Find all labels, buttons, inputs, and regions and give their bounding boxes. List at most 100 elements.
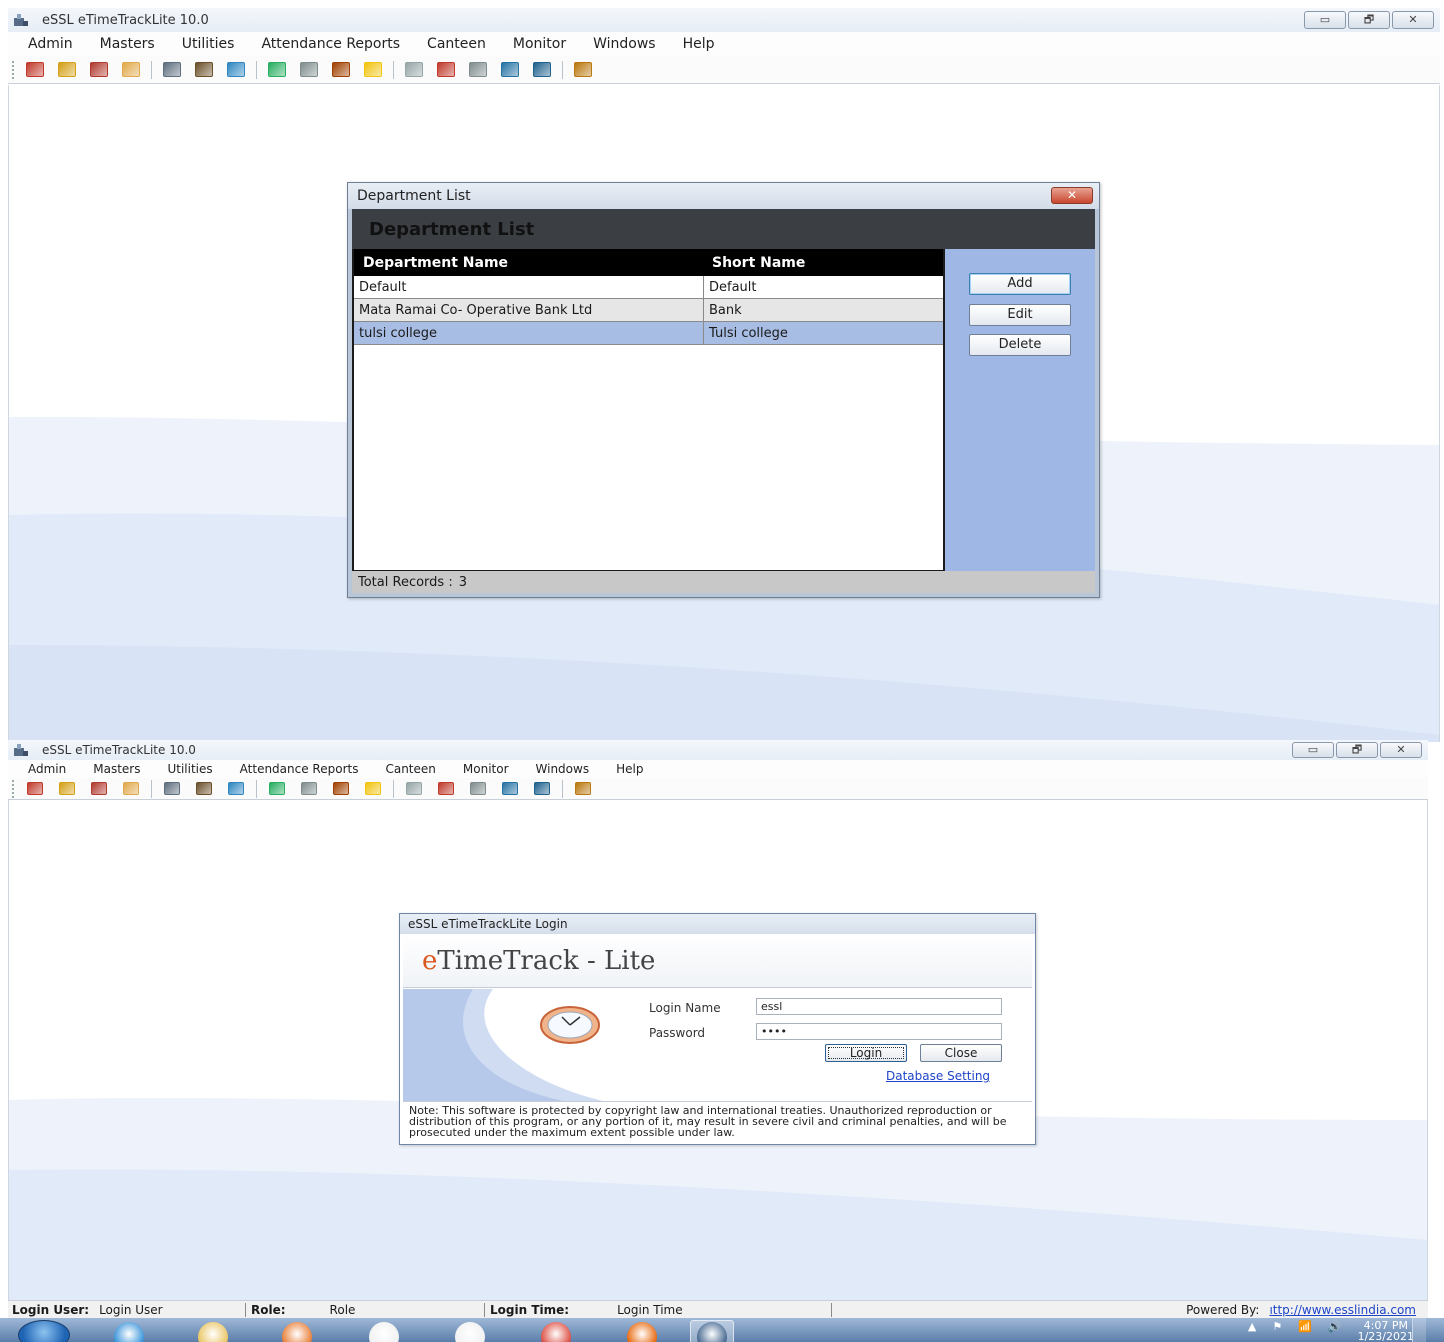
menu-masters[interactable]: Masters [100, 36, 155, 52]
tools-button[interactable] [434, 781, 458, 797]
table-row[interactable]: Mata Ramai Co- Operative Bank Ltd Bank [354, 299, 943, 322]
cell-short-name: Default [709, 279, 757, 295]
etimetrack-taskbar-button[interactable] [690, 1320, 734, 1342]
menu-utilities[interactable]: Utilities [167, 762, 212, 776]
dialog-header: Department List [352, 209, 1095, 249]
exit-button[interactable] [87, 60, 111, 80]
chrome-taskbar-button[interactable] [534, 1320, 578, 1342]
dialog-close-button[interactable]: ✕ [1051, 187, 1093, 204]
menu-canteen[interactable]: Canteen [385, 762, 435, 776]
pen-button[interactable] [402, 781, 426, 797]
menu-canteen[interactable]: Canteen [427, 36, 486, 52]
menu-masters[interactable]: Masters [93, 762, 140, 776]
device-button[interactable] [265, 781, 289, 797]
calendar-button[interactable] [297, 60, 321, 80]
media-taskbar-button[interactable] [275, 1320, 319, 1342]
checklist-button[interactable] [329, 781, 353, 797]
menu-help[interactable]: Help [616, 762, 643, 776]
key-button[interactable] [55, 781, 79, 797]
exit-button[interactable] [87, 781, 111, 797]
login-name-input[interactable] [756, 998, 1002, 1015]
action-center-icon[interactable]: ⚑ [1272, 1320, 1282, 1333]
column-short-name[interactable]: Short Name [704, 255, 805, 271]
explorer-taskbar-button[interactable] [191, 1320, 235, 1342]
taskbar-clock[interactable]: 4:07 PM 1/23/2021 [1358, 1320, 1414, 1342]
cell-department-name: Default [354, 276, 704, 298]
printer-button[interactable] [119, 781, 143, 797]
report-button[interactable] [361, 60, 385, 80]
users-button[interactable] [23, 60, 47, 80]
table-row-selected[interactable]: tulsi college Tulsi college [354, 322, 943, 345]
status-divider [831, 1302, 832, 1317]
volume-icon[interactable]: 🔊 [1328, 1320, 1342, 1333]
login-banner: e TimeTrack - Lite [403, 934, 1032, 988]
group-alt-button[interactable] [530, 60, 554, 80]
grid-button[interactable] [160, 781, 184, 797]
printer-button[interactable] [119, 60, 143, 80]
login-time-value: Login Time [617, 1302, 683, 1317]
menu-windows[interactable]: Windows [593, 36, 656, 52]
grid-button[interactable] [160, 60, 184, 80]
device-button[interactable] [265, 60, 289, 80]
book-button[interactable] [224, 781, 248, 797]
tools-button[interactable] [434, 60, 458, 80]
group-button[interactable] [498, 60, 522, 80]
menu-admin[interactable]: Admin [28, 762, 66, 776]
close-button[interactable]: ✕ [1380, 742, 1422, 758]
website-link[interactable]: ıttp://www.esslindia.com [1269, 1303, 1416, 1317]
table-row[interactable]: Default Default [354, 276, 943, 299]
close-button[interactable]: ✕ [1392, 11, 1434, 29]
toolbar-grip[interactable] [12, 60, 15, 79]
network-icon[interactable]: 📶 [1298, 1320, 1312, 1333]
close-login-button[interactable]: Close [920, 1044, 1002, 1062]
report-button[interactable] [361, 781, 385, 797]
minimize-button[interactable]: ▭ [1304, 11, 1346, 29]
column-department-name[interactable]: Department Name [354, 255, 704, 271]
add-button[interactable]: Add [969, 273, 1071, 295]
checklist-button[interactable] [329, 60, 353, 80]
menu-admin[interactable]: Admin [28, 36, 73, 52]
edit-button[interactable]: Edit [969, 304, 1071, 326]
toolbar-grip[interactable] [12, 779, 15, 798]
menu-attendance-reports[interactable]: Attendance Reports [261, 36, 400, 52]
toolbar-separator [151, 779, 152, 798]
ie-taskbar-button[interactable] [107, 1320, 151, 1342]
printer-alt-button[interactable] [571, 781, 595, 797]
users-button[interactable] [23, 781, 47, 797]
group-button[interactable] [498, 781, 522, 797]
minimize-button[interactable]: ▭ [1292, 742, 1334, 758]
printer-alt-button[interactable] [571, 60, 595, 80]
calendar-button[interactable] [297, 781, 321, 797]
window-controls: ▭ 🗗 ✕ [1292, 742, 1422, 758]
restore-button[interactable]: 🗗 [1348, 11, 1390, 29]
app-hand-taskbar-button[interactable] [362, 1320, 406, 1342]
people-button[interactable] [192, 60, 216, 80]
menu-windows[interactable]: Windows [536, 762, 590, 776]
tools-gray-button[interactable] [466, 781, 490, 797]
book-icon [227, 62, 245, 77]
restore-button[interactable]: 🗗 [1336, 742, 1378, 758]
menu-bar: Admin Masters Utilities Attendance Repor… [8, 760, 1428, 778]
delete-button[interactable]: Delete [969, 334, 1071, 356]
book-button[interactable] [224, 60, 248, 80]
pen-button[interactable] [402, 60, 426, 80]
tools-gray-button[interactable] [466, 60, 490, 80]
database-setting-link[interactable]: Database Setting [886, 1069, 990, 1083]
start-button[interactable] [18, 1320, 70, 1342]
show-desktop-button[interactable] [1412, 1318, 1426, 1342]
clock-app-taskbar-button[interactable] [448, 1320, 492, 1342]
menu-help[interactable]: Help [683, 36, 715, 52]
firefox-taskbar-button[interactable] [620, 1320, 664, 1342]
menu-attendance-reports[interactable]: Attendance Reports [240, 762, 359, 776]
menu-utilities[interactable]: Utilities [182, 36, 235, 52]
group-alt-button[interactable] [530, 781, 554, 797]
menu-monitor[interactable]: Monitor [463, 762, 509, 776]
people-button[interactable] [192, 781, 216, 797]
key-button[interactable] [55, 60, 79, 80]
powered-by-label: Powered By: [1186, 1302, 1260, 1317]
password-input[interactable] [756, 1023, 1002, 1040]
login-button[interactable]: Login [825, 1044, 907, 1062]
tray-expand-icon[interactable]: ▲ [1248, 1320, 1256, 1333]
app-logo-icon [12, 12, 30, 28]
menu-monitor[interactable]: Monitor [513, 36, 566, 52]
